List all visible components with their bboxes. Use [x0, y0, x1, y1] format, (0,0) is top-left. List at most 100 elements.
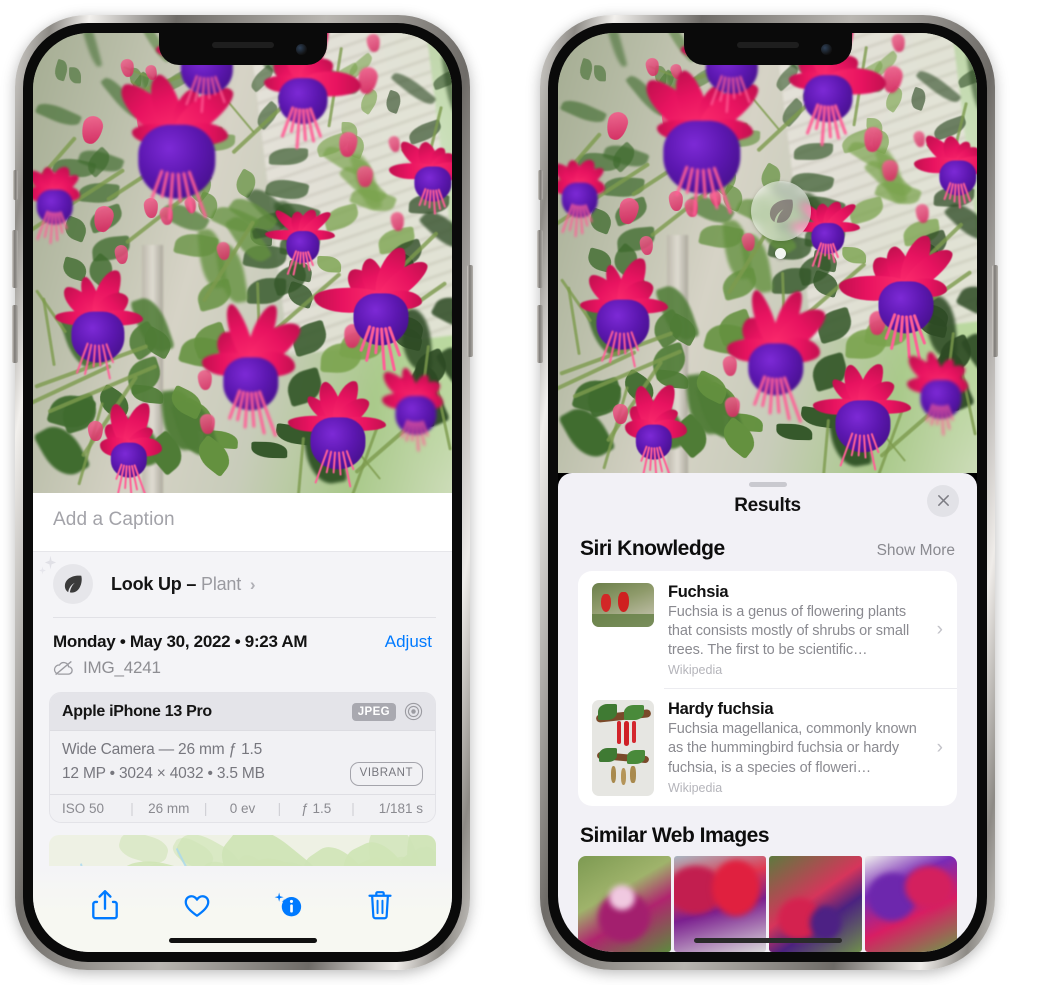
- info-sparkle-icon[interactable]: [273, 889, 303, 921]
- volume-up-button[interactable]: [12, 230, 18, 288]
- knowledge-title: Fuchsia: [668, 582, 729, 601]
- iphone-right: Results Siri Knowledge Show More Fuchsia…: [537, 15, 998, 970]
- exif-sep-1: |: [130, 801, 134, 817]
- silent-switch[interactable]: [13, 170, 18, 200]
- photo-canvas-right[interactable]: [558, 33, 977, 473]
- similar-image-thumb[interactable]: [864, 856, 957, 952]
- sparkle-small-icon: [39, 566, 46, 575]
- exif-focal: 26 mm: [148, 801, 190, 817]
- exif-ev: 0 ev: [229, 801, 256, 817]
- knowledge-source: Wikipedia: [668, 663, 723, 678]
- chevron-right-icon: ›: [936, 619, 943, 641]
- photo-canvas-left[interactable]: [33, 33, 452, 493]
- exif-row: ISO 50 | 26 mm | 0 ev | ƒ 1.5 | 1/181 s: [50, 794, 435, 823]
- results-title: Results: [734, 494, 801, 516]
- leaf-chip: [39, 555, 93, 604]
- look-up-subject: Plant: [201, 573, 242, 594]
- notch-right: [683, 33, 852, 65]
- screenshot-stage: Add a Caption Look Up – Plant › Monday •…: [0, 0, 1055, 985]
- volume-down-button-right[interactable]: [537, 305, 543, 363]
- heart-icon[interactable]: [182, 889, 212, 921]
- knowledge-source: Wikipedia: [668, 780, 723, 795]
- exif-sep-2: |: [203, 801, 208, 817]
- format-badge: JPEG: [351, 702, 396, 721]
- volume-down-button[interactable]: [12, 305, 18, 363]
- photo-info-sheet: Add a Caption Look Up – Plant › Monday •…: [33, 493, 452, 952]
- photo-date: Monday • May 30, 2022 • 9:23 AM: [53, 632, 308, 651]
- notch-left: [158, 33, 327, 65]
- knowledge-description: Fuchsia magellanica, commonly known as t…: [668, 721, 917, 776]
- knowledge-thumbnail: [592, 700, 654, 797]
- look-up-row[interactable]: Look Up – Plant ›: [33, 552, 452, 618]
- results-header: Results: [558, 484, 977, 533]
- exif-aperture: ƒ 1.5: [301, 801, 332, 817]
- leaf-icon: [64, 575, 82, 593]
- close-button[interactable]: [927, 484, 959, 517]
- look-up-label: Look Up – Plant ›: [111, 573, 256, 595]
- look-up-title: Look Up –: [111, 573, 197, 594]
- camera-card-body: Wide Camera — 26 mm ƒ 1.5 12 MP • 3024 ×…: [50, 731, 435, 795]
- earpiece-speaker: [211, 42, 274, 48]
- photo-meta-row: Monday • May 30, 2022 • 9:23 AM Adjust: [33, 618, 452, 656]
- knowledge-title: Hardy fuchsia: [668, 700, 774, 719]
- phone-bezel-left: Add a Caption Look Up – Plant › Monday •…: [23, 23, 462, 962]
- home-indicator-right[interactable]: [693, 938, 842, 943]
- chevron-right-icon: ›: [936, 737, 943, 759]
- icloud-slash-icon: [53, 660, 73, 676]
- chevron-right-icon: ›: [249, 574, 256, 594]
- map-green-area: [115, 835, 170, 866]
- aperture-icon: [404, 702, 423, 721]
- visual-look-up-anchor-dot: [775, 248, 786, 259]
- show-more-button[interactable]: Show More: [877, 542, 955, 560]
- close-icon: [937, 495, 949, 507]
- filename-row: IMG_4241: [33, 656, 452, 692]
- camera-card-header: Apple iPhone 13 Pro JPEG: [50, 693, 435, 731]
- sparkle-icon: [44, 555, 57, 570]
- share-icon[interactable]: [90, 889, 120, 921]
- screen-right: Results Siri Knowledge Show More Fuchsia…: [558, 33, 977, 952]
- exif-sep-3: |: [277, 801, 282, 817]
- leaf-icon: [769, 199, 793, 223]
- front-camera-icon-right: [820, 44, 832, 55]
- results-sheet: Results Siri Knowledge Show More Fuchsia…: [558, 473, 977, 952]
- exif-shutter: 1/181 s: [378, 801, 423, 817]
- silent-switch-right[interactable]: [538, 170, 543, 200]
- camera-specs-line: 12 MP • 3024 × 4032 • 3.5 MB VIBRANT: [62, 762, 423, 786]
- phone-bezel-right: Results Siri Knowledge Show More Fuchsia…: [548, 23, 987, 962]
- exif-sep-4: |: [351, 801, 355, 817]
- knowledge-row[interactable]: Fuchsia Fuchsia is a genus of flowering …: [578, 571, 957, 688]
- knowledge-row[interactable]: Hardy fuchsia Fuchsia magellanica, commo…: [578, 688, 957, 806]
- trash-icon[interactable]: [365, 889, 395, 921]
- front-camera-icon: [295, 44, 307, 55]
- knowledge-body: Hardy fuchsia Fuchsia magellanica, commo…: [668, 700, 921, 796]
- earpiece-speaker-right: [736, 42, 799, 48]
- iphone-left: Add a Caption Look Up – Plant › Monday •…: [12, 15, 473, 970]
- volume-up-button-right[interactable]: [537, 230, 543, 288]
- power-button[interactable]: [467, 265, 473, 357]
- exif-iso: ISO 50: [62, 801, 105, 817]
- camera-info-card: Apple iPhone 13 Pro JPEG Wide Camera — 2…: [49, 692, 436, 824]
- camera-device-name: Apple iPhone 13 Pro: [62, 702, 212, 720]
- knowledge-thumbnail: [592, 582, 654, 627]
- knowledge-body: Fuchsia Fuchsia is a genus of flowering …: [668, 583, 921, 677]
- power-button-right[interactable]: [992, 265, 998, 357]
- similar-web-images-title: Similar Web Images: [580, 824, 770, 847]
- location-map-section[interactable]: [49, 835, 436, 866]
- caption-row[interactable]: Add a Caption: [33, 493, 452, 552]
- similar-image-thumb[interactable]: [578, 856, 671, 952]
- siri-knowledge-title: Siri Knowledge: [580, 536, 725, 560]
- siri-knowledge-header: Siri Knowledge Show More: [558, 533, 977, 571]
- photographic-style-badge: VIBRANT: [349, 762, 423, 786]
- visual-look-up-badge[interactable]: [751, 181, 811, 241]
- photo-filename: IMG_4241: [83, 658, 161, 677]
- knowledge-description: Fuchsia is a genus of flowering plants t…: [668, 603, 910, 659]
- caption-input[interactable]: Add a Caption: [53, 509, 432, 531]
- home-indicator-left[interactable]: [168, 938, 317, 943]
- camera-lens-line: Wide Camera — 26 mm ƒ 1.5: [62, 741, 263, 758]
- knowledge-card-group: Fuchsia Fuchsia is a genus of flowering …: [578, 570, 957, 806]
- map-thumbnail[interactable]: [49, 835, 436, 866]
- adjust-button[interactable]: Adjust: [385, 632, 432, 652]
- camera-specs-text: 12 MP • 3024 × 4032 • 3.5 MB: [62, 765, 265, 783]
- screen-left: Add a Caption Look Up – Plant › Monday •…: [33, 33, 452, 952]
- similar-web-images-header: Similar Web Images: [558, 806, 977, 856]
